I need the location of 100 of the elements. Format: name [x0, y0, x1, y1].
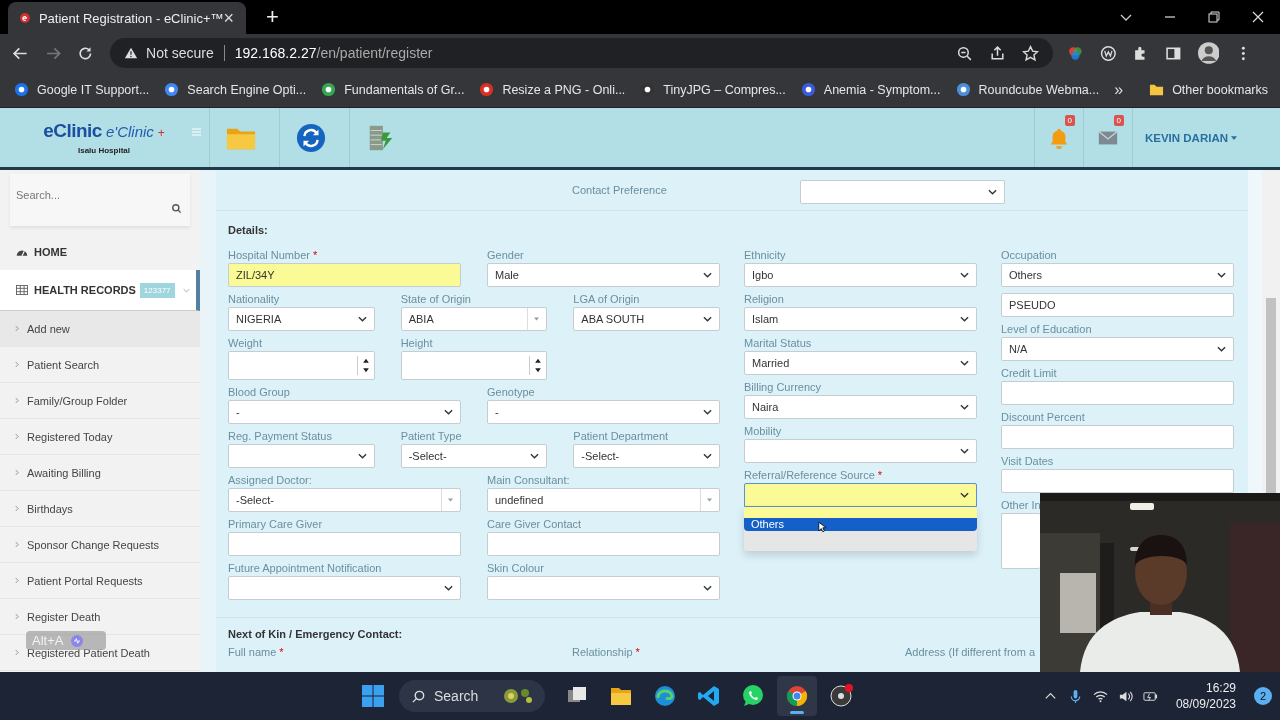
field-label: Skin Colour — [487, 562, 544, 574]
bookmark-link[interactable]: Google IT Support... — [14, 82, 150, 97]
field-label: Future Appointment Notification — [228, 562, 382, 574]
chevron-icon — [15, 541, 19, 548]
profile-avatar-icon[interactable] — [1197, 42, 1220, 64]
bookmark-link[interactable]: Resize a PNG - Onli... — [479, 82, 626, 97]
consultant-combo[interactable]: undefined — [487, 488, 720, 512]
volume-icon[interactable] — [1117, 688, 1133, 704]
currency-select[interactable]: Naira — [744, 395, 977, 419]
chevron-icon — [960, 272, 969, 278]
more-bookmarks-button[interactable]: » — [1114, 80, 1124, 99]
ethnicity-select[interactable]: Igbo — [744, 263, 977, 287]
notification-badge[interactable]: 2 — [1254, 687, 1272, 705]
count-badge: 0 — [1113, 115, 1124, 126]
care-giver-contact-field[interactable] — [487, 532, 720, 556]
color-extension-icon[interactable] — [1066, 44, 1084, 62]
sidebar-item[interactable]: Add new — [0, 311, 200, 347]
edge-browser-icon[interactable] — [653, 684, 677, 708]
chevron-icon — [15, 325, 19, 332]
bookmark-folder[interactable]: Other bookmarks — [1149, 82, 1268, 97]
hospital-number-field[interactable]: ZIL/34Y — [228, 263, 461, 287]
browser-tab[interactable]: Patient Registration - eClinic+™× — [8, 2, 246, 34]
required-mark: * — [877, 469, 883, 481]
search-icon — [171, 203, 182, 214]
refresh-icon — [295, 122, 326, 153]
credit-limit-field[interactable] — [1001, 381, 1234, 405]
spinner-icon — [529, 356, 543, 375]
search-icon — [411, 688, 426, 704]
chevron-icon — [703, 585, 712, 591]
chrome-taskbar-button[interactable] — [777, 676, 817, 716]
care-giver-field[interactable] — [228, 532, 461, 556]
field-label: Discount Percent — [1001, 411, 1085, 423]
referral-select[interactable] — [744, 483, 977, 507]
doctor-combo[interactable]: -Select- — [228, 488, 461, 512]
dropdown-option[interactable]: Others — [744, 518, 977, 531]
caret-icon — [1231, 135, 1238, 140]
code-editor-icon[interactable] — [697, 684, 721, 708]
scrollbar[interactable] — [1262, 170, 1280, 493]
restore-icon[interactable] — [1206, 9, 1222, 25]
notifications-button[interactable]: 0 — [1034, 108, 1083, 167]
bookmark-link[interactable]: Roundcube Webma... — [955, 82, 1100, 97]
health-records-nav-item[interactable]: HEALTH RECORDS 123377 — [0, 270, 200, 311]
zoom-icon[interactable] — [955, 44, 973, 62]
close-icon[interactable] — [1250, 9, 1266, 25]
bookmark-link[interactable]: TinyJPG – Compres... — [640, 82, 786, 97]
patient-type-select[interactable]: -Select- — [400, 444, 548, 468]
wifi-icon[interactable] — [1092, 688, 1108, 704]
field-label: Marital Status — [744, 337, 812, 349]
close-tab-button[interactable]: × — [223, 9, 234, 27]
address-bar[interactable]: Not secure 192.168.2.27/en/patient/register — [110, 38, 1053, 68]
blood-group-select[interactable]: - — [228, 400, 461, 424]
height-field[interactable] — [400, 351, 548, 380]
section-title: Next of Kin / Emergency Contact: — [228, 628, 404, 640]
field-label: Ethnicity — [744, 249, 786, 261]
gender-select[interactable]: Male — [487, 263, 720, 287]
new-tab-button[interactable]: + — [266, 6, 279, 28]
field-label: Nationality — [228, 293, 280, 305]
discount-field[interactable] — [1001, 425, 1234, 449]
chevron-icon — [182, 287, 190, 293]
clock[interactable]: 16:29 08/09/2023 — [1175, 680, 1236, 712]
field-label: Billing Currency — [744, 381, 822, 393]
state-combo[interactable]: ABIA — [400, 307, 548, 331]
w-extension-icon[interactable] — [1099, 44, 1117, 62]
lga-select[interactable]: ABA SOUTH — [573, 307, 720, 331]
occupation-field[interactable]: PSEUDO — [1001, 293, 1234, 317]
field-label: Blood Group — [228, 386, 290, 398]
chevron-icon — [960, 316, 969, 322]
windows-start-icon[interactable] — [361, 684, 385, 708]
star-icon[interactable] — [1021, 44, 1039, 62]
chevron-icon — [444, 409, 453, 415]
occupation-select[interactable]: Others — [1001, 263, 1234, 287]
bookmark-link[interactable]: Fundamentals of Gr... — [321, 82, 465, 97]
user-menu[interactable]: KEVIN DARIAN — [1132, 108, 1249, 167]
marital-status-select[interactable]: Married — [744, 351, 977, 375]
sidebar-search-field[interactable]: Search... — [10, 174, 190, 226]
genotype-select[interactable]: - — [487, 400, 720, 424]
education-select[interactable]: N/A — [1001, 337, 1234, 361]
taskbar-search[interactable]: Search — [399, 680, 545, 712]
chevron-icon — [960, 404, 969, 410]
share-icon[interactable] — [988, 44, 1006, 62]
security-label: Not secure — [146, 45, 214, 61]
department-select[interactable]: -Select- — [573, 444, 720, 468]
triangle-icon — [707, 498, 712, 502]
bookmark-link[interactable]: Anemia - Symptom... — [800, 82, 941, 97]
visit-dates-field[interactable] — [1001, 469, 1234, 493]
weight-field[interactable] — [228, 351, 375, 380]
clinic-logo: eClinic e'Clinic + Isalu Hospital — [42, 120, 166, 155]
chevron-icon — [357, 453, 367, 459]
chevron-icon — [703, 272, 712, 278]
religion-select[interactable]: Islam — [744, 307, 977, 331]
nationality-select[interactable]: NIGERIA — [228, 307, 375, 331]
chat-app-icon[interactable] — [741, 684, 765, 708]
home-nav-item[interactable]: HOME — [0, 234, 200, 270]
field-label: Assigned Doctor: — [228, 474, 312, 486]
site-icon — [640, 82, 656, 97]
required-mark: * — [279, 646, 284, 658]
bookmark-link[interactable]: Search Engine Opti... — [164, 82, 307, 97]
messages-button[interactable]: 0 — [1083, 108, 1132, 167]
scroll-thumb[interactable] — [1266, 298, 1276, 493]
recorder-icon[interactable] — [829, 684, 853, 708]
